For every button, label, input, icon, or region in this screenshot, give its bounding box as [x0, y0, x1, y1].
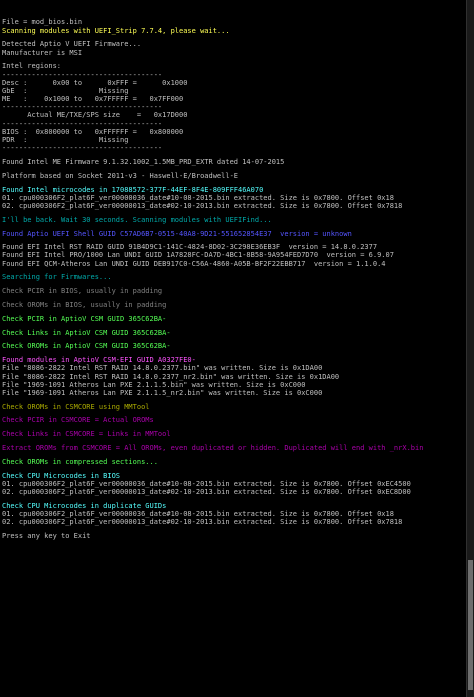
console-window[interactable]: File = mod_bios.bin Scanning modules with…	[0, 0, 474, 697]
console-line: Manufacturer is MSI	[2, 48, 83, 57]
console-line: I'll be back. Wait 30 seconds. Scanning …	[2, 215, 272, 224]
console-line: Check CPU Microcodes in BIOS	[2, 471, 121, 480]
console-line: Check OROMs in BIOS, usually in padding	[2, 301, 167, 309]
console-line: Found Aptio UEFI Shell GUID C57AD6B7-051…	[2, 229, 352, 238]
console-line: Check Links in CSMCORE = Links in MMTool	[2, 430, 171, 439]
console-line: --------------------------------------	[2, 119, 163, 128]
console-line: GbE : Missing	[2, 86, 129, 95]
console-line: Detected Aptio V UEFI Firmware...	[2, 40, 142, 49]
console-line: 02. cpu000306F2_plat6F_ver00000013_date#…	[2, 487, 411, 496]
console-line: Found Intel ME Firmware 9.1.32.1002_1.5M…	[2, 158, 285, 166]
console-line: Press any key to Exit	[2, 531, 91, 540]
console-line: Check PCIR in BIOS, usually in padding	[2, 287, 163, 296]
console-line: PDR : Missing	[2, 136, 129, 145]
console-line: Check CPU Microcodes in duplicate GUIDs	[2, 501, 167, 510]
console-line: 01. cpu000306F2_plat6F_ver00000036_date#…	[2, 479, 411, 488]
console-line: File = mod_bios.bin	[2, 18, 83, 27]
console-line: File "1969-1091 Atheros Lan PXE 2.1.1.5.…	[2, 380, 306, 389]
console-line: Found EFI QCM-Atheros Lan UNDI GUID DEB9…	[2, 259, 386, 268]
console-line: Extract OROMs from CSMCORE = All OROMs, …	[2, 444, 424, 452]
console-line: Intel regions:	[2, 62, 62, 71]
console-line: --------------------------------------	[2, 70, 163, 79]
console-line: Desc : 0x00 to 0xFFF = 0x1000	[2, 78, 188, 87]
console-line: Check OROMs in CSMCORE using MMTool	[2, 402, 150, 411]
console-line: ME : 0x1000 to 0x7FFFFF = 0x7FF000	[2, 95, 184, 104]
console-line: Found EFI Intel PRO/1000 Lan UNDI GUID 1…	[2, 251, 394, 260]
console-line: Searching for Firmwares...	[2, 273, 112, 282]
console-line: Scanning modules with UEFI_Strip 7.7.4, …	[2, 26, 230, 35]
console-line: 01. cpu000306F2_plat6F_ver00000036_date#…	[2, 193, 394, 202]
console-output: File = mod_bios.bin Scanning modules with…	[2, 18, 474, 540]
console-line: 01. cpu000306F2_plat6F_ver00000036_date#…	[2, 509, 394, 518]
console-line: Check OROMs in compressed sections...	[2, 457, 158, 466]
console-line: Check OROMs in AptioV CSM GUID 365C62BA-	[2, 342, 171, 351]
console-line: --------------------------------------	[2, 103, 163, 112]
console-line: File "8086-2822 Intel RST RAID 14.8.0.23…	[2, 364, 323, 373]
console-line: BIOS : 0x800000 to 0xFFFFFF = 0x800000	[2, 127, 184, 136]
vertical-scrollbar[interactable]	[466, 0, 474, 697]
console-line: File "8086-2822 Intel RST RAID 14.8.0.23…	[2, 372, 340, 381]
console-line: File "1969-1091 Atheros Lan PXE 2.1.1.5_…	[2, 388, 323, 397]
console-line: Platform based on Socket 2011-v3 - Haswe…	[2, 171, 239, 180]
console-line: Check Links in AptioV CSM GUID 365C62BA-	[2, 328, 171, 337]
scrollbar-thumb[interactable]	[468, 560, 473, 690]
console-line: Actual ME/TXE/SPS size = 0x17D000	[2, 111, 188, 120]
console-line: 02. cpu000306F2_plat6F_ver00000013_date#…	[2, 201, 403, 210]
console-line: Found Intel microcodes in 17088572-377F-…	[2, 185, 264, 194]
console-line: Check PCIR in CSMCORE = Actual OROMs	[2, 416, 154, 425]
console-line: Found modules in AptioV CSM-EFI GUID A03…	[2, 356, 196, 365]
console-line: Found EFI Intel RST RAID GUID 91B4D9C1-1…	[2, 243, 378, 252]
console-line: 02. cpu000306F2_plat6F_ver00000013_date#…	[2, 518, 403, 527]
console-line: Check PCIR in AptioV CSM GUID 365C62BA-	[2, 314, 167, 323]
console-line: --------------------------------------	[2, 144, 163, 153]
